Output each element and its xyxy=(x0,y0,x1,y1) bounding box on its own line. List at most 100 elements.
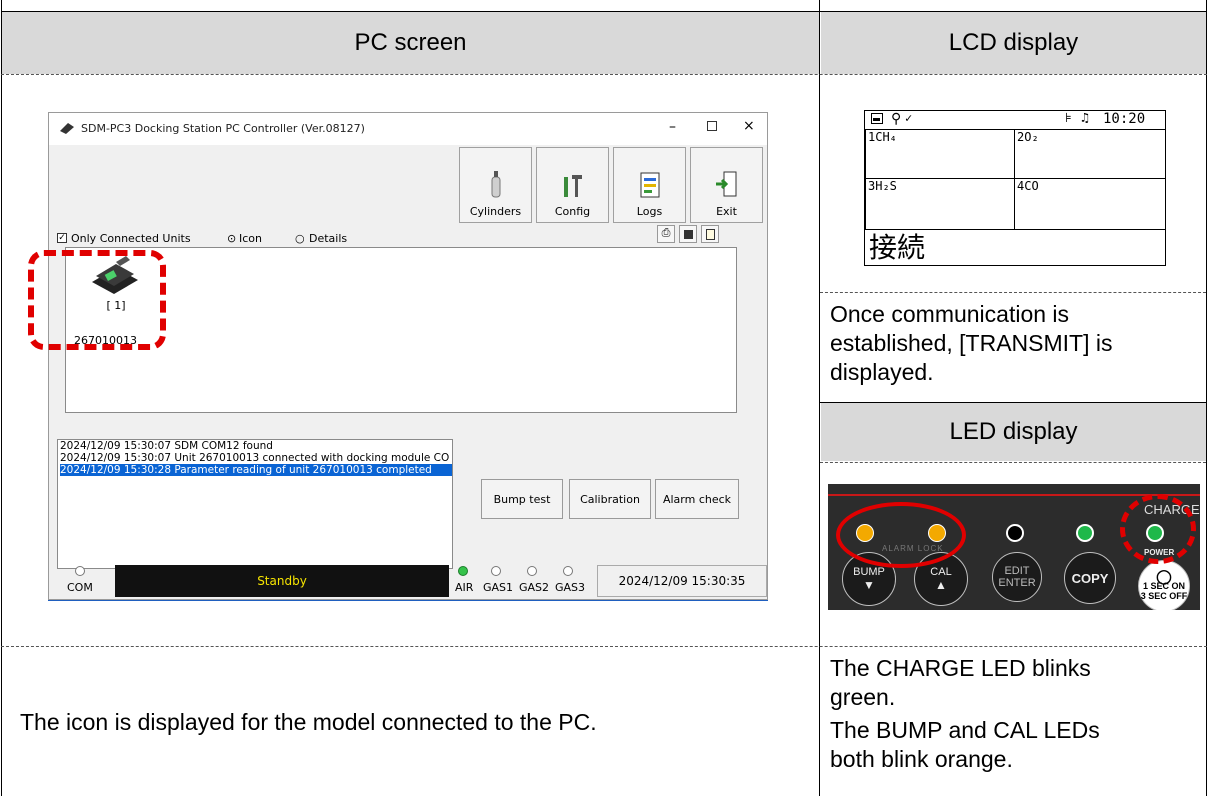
air-indicator xyxy=(458,566,468,576)
lcd-gas-3: H₂S xyxy=(875,179,897,193)
cal-button-label: CAL xyxy=(930,566,952,578)
cylinders-button[interactable]: Cylinders xyxy=(459,147,532,223)
lcd-status-row: ⚲ ✓ ⊧ ♫ 10:20 xyxy=(865,111,1165,129)
com-label: COM xyxy=(67,581,93,594)
header-led-display-label: LED display xyxy=(949,418,1078,445)
logbook-icon xyxy=(640,172,659,198)
lcd-note-line: Once communication is xyxy=(830,301,1070,327)
icon-radio-label: Icon xyxy=(239,232,262,245)
alarm-check-label: Alarm check xyxy=(662,492,732,506)
gas2-indicator xyxy=(527,566,537,576)
gas1-indicator xyxy=(491,566,501,576)
header-divider xyxy=(1,74,1207,75)
lcd-gas-4: CO xyxy=(1024,179,1039,193)
tools-icon xyxy=(563,175,582,197)
led-caption-line: both blink orange. xyxy=(830,746,1013,772)
bump-button-label: BUMP xyxy=(853,566,885,578)
lcd-gas-1: CH₄ xyxy=(875,130,897,144)
calibration-label: Calibration xyxy=(580,492,640,506)
only-connected-label: Only Connected Units xyxy=(71,232,191,245)
flag-icon: ⊧ xyxy=(1065,111,1072,126)
config-label: Config xyxy=(554,205,591,218)
print-icon[interactable]: ⎙ xyxy=(657,225,675,243)
pc-controller-window: SDM-PC3 Docking Station PC Controller (V… xyxy=(48,112,768,600)
gas1-label: GAS1 xyxy=(483,581,514,594)
header-lcd-display-label: LCD display xyxy=(948,29,1079,56)
minimize-icon[interactable]: – xyxy=(669,119,676,135)
unit-highlight xyxy=(28,250,166,350)
edit-enter-button[interactable]: EDIT ENTER xyxy=(992,552,1042,602)
log-line: 2024/12/09 15:30:07 SDM COM12 found xyxy=(60,440,273,452)
bottom-divider xyxy=(1,646,1207,647)
table-middle-border xyxy=(819,0,820,796)
lcd-message: 接続 xyxy=(869,231,926,264)
config-button[interactable]: Config xyxy=(536,147,609,223)
exit-label: Exit xyxy=(716,205,737,218)
datetime-text: 2024/12/09 15:30:35 xyxy=(618,574,746,588)
led-caption-line: The BUMP and CAL LEDs xyxy=(830,717,1100,743)
alarm-check-button[interactable]: Alarm check xyxy=(655,479,739,519)
gas3-label: GAS3 xyxy=(555,581,586,594)
exit-door-icon xyxy=(715,171,736,197)
sec-on-label: 1 SEC ON xyxy=(1142,581,1185,591)
alarm-icon: ♫ xyxy=(1081,111,1089,126)
log-list[interactable]: 2024/12/09 15:30:07 SDM COM12 found 2024… xyxy=(57,439,453,569)
power-button[interactable]: ◯ 1 SEC ON 3 SEC OFF xyxy=(1138,560,1190,610)
logs-label: Logs xyxy=(636,205,663,218)
battery-icon xyxy=(871,113,883,124)
only-connected-checkbox[interactable]: ✓ xyxy=(57,233,67,243)
log-line-selected: 2024/12/09 15:30:28 Parameter reading of… xyxy=(60,464,452,476)
exit-button[interactable]: Exit xyxy=(690,147,763,223)
cylinder-icon xyxy=(491,171,500,198)
bump-test-button[interactable]: Bump test xyxy=(481,479,563,519)
sec-off-label: 3 SEC OFF xyxy=(1140,591,1188,601)
status-text: Standby xyxy=(257,574,307,588)
edit-label: EDIT xyxy=(1004,565,1030,577)
maximize-icon[interactable] xyxy=(707,121,717,131)
calibration-button[interactable]: Calibration xyxy=(569,479,651,519)
details-radio-label: Details xyxy=(309,232,348,245)
log-line: 2024/12/09 15:30:07 Unit 267010013 conne… xyxy=(60,452,450,464)
window-bottom-line xyxy=(48,600,768,601)
gas2-label: GAS2 xyxy=(519,581,550,594)
down-arrow-icon: ▼ xyxy=(863,578,875,592)
lcd-channel-2: 2O₂ xyxy=(1014,129,1166,179)
signal-icon: ✓ xyxy=(905,111,913,125)
led-header-top xyxy=(820,402,1206,403)
icon-radio[interactable]: ⊙ xyxy=(227,232,236,245)
copy-button[interactable]: COPY xyxy=(1064,552,1116,604)
cylinders-label: Cylinders xyxy=(469,205,522,218)
logs-button[interactable]: Logs xyxy=(613,147,686,223)
copy-label: COPY xyxy=(1071,570,1109,586)
save-icon[interactable] xyxy=(679,225,697,243)
lcd-gas-2: O₂ xyxy=(1024,130,1039,144)
lcd-screen: ⚲ ✓ ⊧ ♫ 10:20 1CH₄ 2O₂ 3H₂S 4CO 接続 xyxy=(864,110,1166,266)
enter-label: ENTER xyxy=(998,577,1036,589)
status-display: Standby xyxy=(115,565,449,597)
led-header-bottom xyxy=(820,462,1206,463)
close-icon[interactable]: × xyxy=(743,118,755,134)
link-icon: ⚲ xyxy=(891,111,902,127)
app-icon xyxy=(60,123,74,134)
lcd-channel-3: 3H₂S xyxy=(865,178,1015,230)
pc-caption: The icon is displayed for the model conn… xyxy=(20,709,597,735)
power-symbol-icon: ◯ xyxy=(1156,568,1172,584)
status-led xyxy=(1076,524,1094,542)
clipboard-icon[interactable] xyxy=(701,225,719,243)
header-lcd-display: LCD display xyxy=(821,12,1206,74)
bump-test-label: Bump test xyxy=(493,492,551,506)
lcd-note-line: displayed. xyxy=(830,359,934,385)
up-arrow-icon: ▲ xyxy=(935,578,947,592)
led-caption-line: The CHARGE LED blinks xyxy=(830,655,1091,681)
table-left-border xyxy=(1,0,2,796)
window-title: SDM-PC3 Docking Station PC Controller (V… xyxy=(81,122,365,135)
header-pc-screen: PC screen xyxy=(2,12,819,74)
charge-led-highlight xyxy=(1120,494,1196,564)
lcd-divider xyxy=(820,292,1206,293)
lcd-channel-4: 4CO xyxy=(1014,178,1166,230)
header-pc-screen-label: PC screen xyxy=(354,29,467,56)
lcd-note: Once communication is established, [TRAN… xyxy=(830,300,1200,387)
details-radio[interactable]: ○ xyxy=(295,232,305,245)
gas3-indicator xyxy=(563,566,573,576)
lcd-channel-1: 1CH₄ xyxy=(865,129,1015,179)
